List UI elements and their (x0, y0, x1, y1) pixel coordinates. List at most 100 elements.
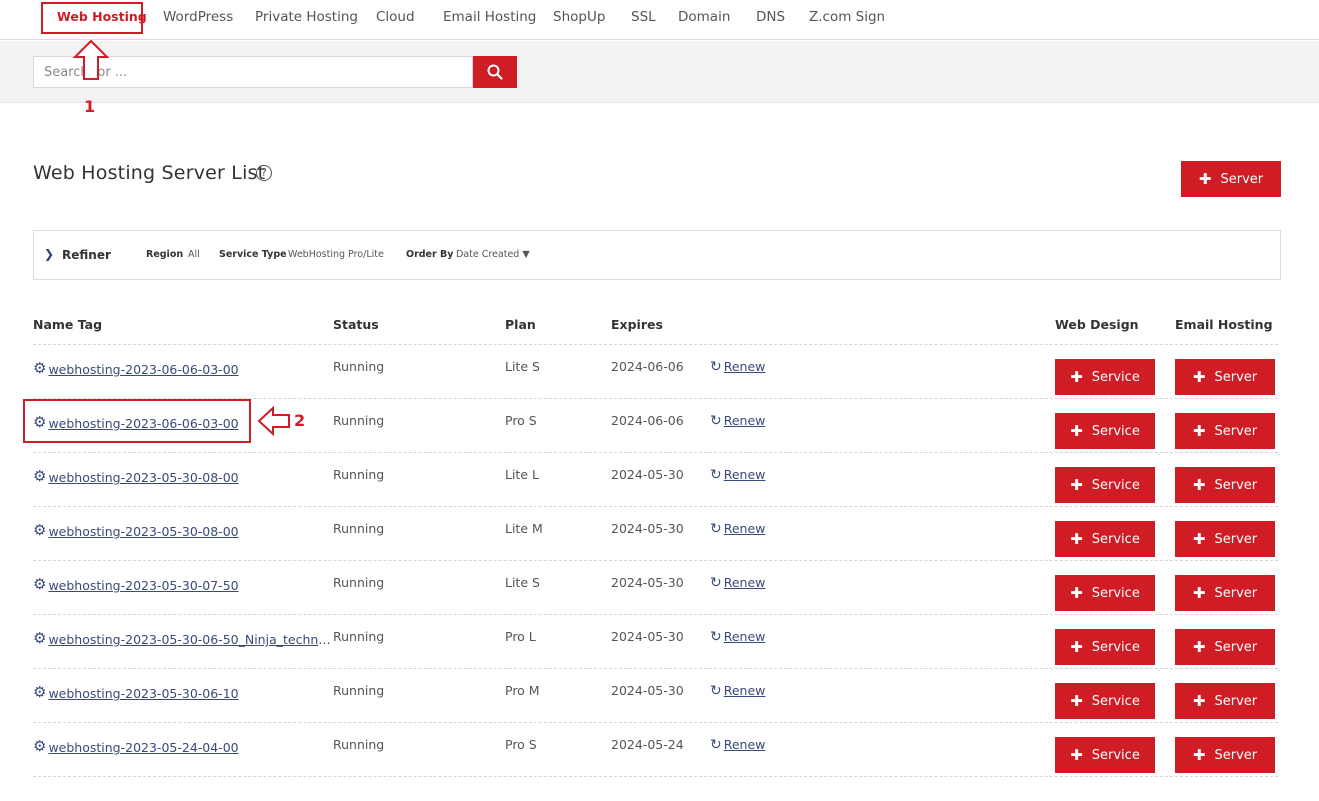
nav-ssl[interactable]: SSL (631, 9, 656, 25)
add-email-hosting-server-button[interactable]: ✚ Server (1175, 521, 1275, 557)
server-name-link[interactable]: webhosting-2023-05-30-08-00 (48, 470, 238, 485)
plus-icon: ✚ (1070, 584, 1083, 602)
refresh-icon: ↻ (710, 683, 722, 699)
renew-link[interactable]: ↻ Renew (710, 521, 765, 537)
nav-domain[interactable]: Domain (678, 9, 730, 25)
renew-label[interactable]: Renew (724, 467, 766, 482)
renew-link[interactable]: ↻ Renew (710, 359, 765, 375)
help-icon[interactable]: ? (256, 165, 272, 181)
add-web-design-service-button[interactable]: ✚ Service (1055, 413, 1155, 449)
expires-cell: 2024-05-30 (611, 575, 684, 590)
server-button-label: Server (1214, 585, 1258, 601)
add-web-design-service-button[interactable]: ✚ Service (1055, 629, 1155, 665)
gear-icon[interactable]: ⚙ (33, 629, 46, 647)
status-cell: Running (333, 521, 385, 536)
renew-link[interactable]: ↻ Renew (710, 575, 765, 591)
search-button[interactable] (473, 56, 517, 88)
add-server-label: Server (1220, 171, 1264, 187)
renew-label[interactable]: Renew (724, 521, 766, 536)
plus-icon: ✚ (1070, 368, 1083, 386)
name-tag-cell: ⚙ webhosting-2023-05-30-06-50_Ninja_techn… (33, 629, 336, 647)
table-row: ⚙ webhosting-2023-05-30-08-00 Running Lite … (33, 507, 1278, 561)
plan-cell: Pro M (505, 683, 540, 698)
plus-icon: ✚ (1192, 584, 1206, 602)
service-button-label: Service (1091, 747, 1140, 763)
add-server-button[interactable]: ✚ Server (1181, 161, 1281, 197)
plus-icon: ✚ (1070, 638, 1083, 656)
column-header-expires: Expires (611, 317, 663, 332)
add-email-hosting-server-button[interactable]: ✚ Server (1175, 737, 1275, 773)
server-name-link[interactable]: webhosting-2023-05-30-07-50 (48, 578, 238, 593)
add-email-hosting-server-button[interactable]: ✚ Server (1175, 629, 1275, 665)
column-header-status: Status (333, 317, 379, 332)
renew-label[interactable]: Renew (724, 629, 766, 644)
add-web-design-service-button[interactable]: ✚ Service (1055, 683, 1155, 719)
add-email-hosting-server-button[interactable]: ✚ Server (1175, 575, 1275, 611)
chevron-right-icon[interactable]: ❯ (44, 247, 54, 261)
renew-label[interactable]: Renew (724, 683, 766, 698)
nav-dns[interactable]: DNS (756, 9, 785, 25)
table-row: ⚙ webhosting-2023-05-30-07-50 Running Lite … (33, 561, 1278, 615)
nav-wordpress[interactable]: WordPress (163, 9, 233, 25)
add-email-hosting-server-button[interactable]: ✚ Server (1175, 413, 1275, 449)
add-email-hosting-server-button[interactable]: ✚ Server (1175, 467, 1275, 503)
renew-link[interactable]: ↻ Renew (710, 683, 765, 699)
add-web-design-service-button[interactable]: ✚ Service (1055, 467, 1155, 503)
plus-icon: ✚ (1070, 476, 1083, 494)
service-button-label: Service (1091, 477, 1140, 493)
order-by-select[interactable]: Date Created ▼ (456, 249, 530, 260)
add-web-design-service-button[interactable]: ✚ Service (1055, 359, 1155, 395)
server-name-link[interactable]: webhosting-2023-05-30-06-10 (48, 686, 238, 701)
server-name-link[interactable]: webhosting-2023-05-30-06-50_Ninja_techno… (48, 632, 336, 647)
renew-link[interactable]: ↻ Renew (710, 467, 765, 483)
expires-cell: 2024-05-30 (611, 683, 684, 698)
add-email-hosting-server-button[interactable]: ✚ Server (1175, 683, 1275, 719)
top-nav: Web Hosting WordPress Private Hosting Cl… (0, 0, 1319, 40)
add-web-design-service-button[interactable]: ✚ Service (1055, 575, 1155, 611)
server-button-label: Server (1214, 693, 1258, 709)
region-value[interactable]: All (188, 249, 200, 260)
annotation-number-1: 1 (84, 97, 96, 116)
plus-icon: ✚ (1198, 170, 1212, 188)
add-email-hosting-server-button[interactable]: ✚ Server (1175, 359, 1275, 395)
refresh-icon: ↻ (710, 413, 722, 429)
gear-icon[interactable]: ⚙ (33, 683, 46, 701)
server-name-link[interactable]: webhosting-2023-06-06-03-00 (48, 362, 238, 377)
renew-link[interactable]: ↻ Renew (710, 413, 765, 429)
gear-icon[interactable]: ⚙ (33, 467, 46, 485)
page-title: Web Hosting Server List (33, 162, 266, 184)
nav-cloud[interactable]: Cloud (376, 9, 415, 25)
name-tag-cell: ⚙ webhosting-2023-05-30-08-00 (33, 467, 239, 485)
plus-icon: ✚ (1070, 746, 1083, 764)
plus-icon: ✚ (1070, 422, 1083, 440)
table-row: ⚙ webhosting-2023-05-30-06-10 Running Pro M… (33, 669, 1278, 723)
renew-label[interactable]: Renew (724, 359, 766, 374)
renew-link[interactable]: ↻ Renew (710, 737, 765, 753)
gear-icon[interactable]: ⚙ (33, 359, 46, 377)
annotation-highlight-row-2 (23, 399, 251, 443)
add-web-design-service-button[interactable]: ✚ Service (1055, 737, 1155, 773)
renew-label[interactable]: Renew (724, 575, 766, 590)
service-type-value[interactable]: WebHosting Pro/Lite (288, 249, 384, 260)
nav-zcom-sign[interactable]: Z.com Sign (809, 9, 885, 25)
renew-link[interactable]: ↻ Renew (710, 629, 765, 645)
refresh-icon: ↻ (710, 467, 722, 483)
renew-label[interactable]: Renew (724, 737, 766, 752)
add-web-design-service-button[interactable]: ✚ Service (1055, 521, 1155, 557)
nav-shopup[interactable]: ShopUp (553, 9, 605, 25)
server-name-link[interactable]: webhosting-2023-05-30-08-00 (48, 524, 238, 539)
server-name-link[interactable]: webhosting-2023-05-24-04-00 (48, 740, 238, 755)
renew-label[interactable]: Renew (724, 413, 766, 428)
status-cell: Running (333, 575, 385, 590)
gear-icon[interactable]: ⚙ (33, 737, 46, 755)
gear-icon[interactable]: ⚙ (33, 521, 46, 539)
status-cell: Running (333, 413, 385, 428)
expires-cell: 2024-05-30 (611, 629, 684, 644)
expires-cell: 2024-05-30 (611, 521, 684, 536)
nav-email-hosting[interactable]: Email Hosting (443, 9, 536, 25)
plan-cell: Lite L (505, 467, 539, 482)
gear-icon[interactable]: ⚙ (33, 575, 46, 593)
nav-private-hosting[interactable]: Private Hosting (255, 9, 358, 25)
refiner-toggle[interactable]: Refiner (62, 248, 111, 262)
plan-cell: Pro S (505, 413, 537, 428)
